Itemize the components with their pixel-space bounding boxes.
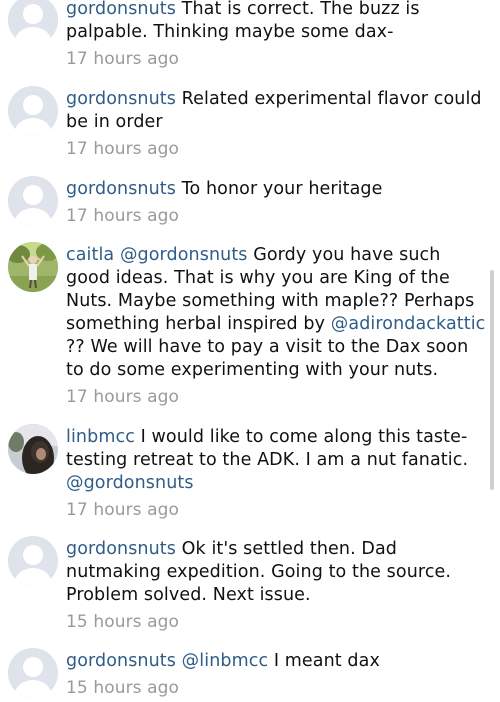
mention-link[interactable]: @gordonsnuts — [120, 245, 248, 265]
default-avatar-icon — [8, 648, 58, 698]
default-avatar-icon — [8, 536, 58, 586]
mention-link[interactable]: @gordonsnuts — [66, 473, 194, 493]
mention-link[interactable]: @adirondackattic — [331, 314, 486, 334]
comment-username[interactable]: gordonsnuts — [66, 0, 176, 19]
comment-timestamp: 15 hours ago — [66, 678, 180, 698]
comment-text: I meant dax — [273, 651, 380, 671]
comment-text: To honor your heritage — [181, 179, 383, 199]
comment-username[interactable]: gordonsnuts — [66, 179, 176, 199]
comment-username[interactable]: linbmcc — [66, 427, 135, 447]
comment-username[interactable]: caitla — [66, 245, 114, 265]
comment-text: ?? We will have to pay a visit to the Da… — [66, 337, 469, 380]
comment-timestamp: 17 hours ago — [66, 49, 180, 69]
comment-username[interactable]: gordonsnuts — [66, 89, 176, 109]
default-avatar-icon — [8, 0, 58, 45]
mention-link[interactable]: @linbmcc — [182, 651, 269, 671]
avatar[interactable] — [8, 176, 58, 226]
avatar[interactable] — [8, 648, 58, 698]
comment-timestamp: 17 hours ago — [66, 139, 180, 159]
avatar[interactable] — [8, 242, 58, 292]
avatar[interactable] — [8, 536, 58, 586]
comment-username[interactable]: gordonsnuts — [66, 539, 176, 559]
comment-timestamp: 17 hours ago — [66, 206, 180, 226]
avatar[interactable] — [8, 0, 58, 45]
person-photo-avatar-icon — [8, 424, 58, 474]
outdoor-photo-avatar-icon — [8, 242, 58, 292]
default-avatar-icon — [8, 86, 58, 136]
scrollbar[interactable] — [490, 270, 494, 490]
comment-timestamp: 17 hours ago — [66, 387, 180, 407]
comment-timestamp: 17 hours ago — [66, 500, 180, 520]
avatar[interactable] — [8, 86, 58, 136]
default-avatar-icon — [8, 176, 58, 226]
avatar[interactable] — [8, 424, 58, 474]
comment-timestamp: 15 hours ago — [66, 612, 180, 632]
comment-username[interactable]: gordonsnuts — [66, 651, 176, 671]
